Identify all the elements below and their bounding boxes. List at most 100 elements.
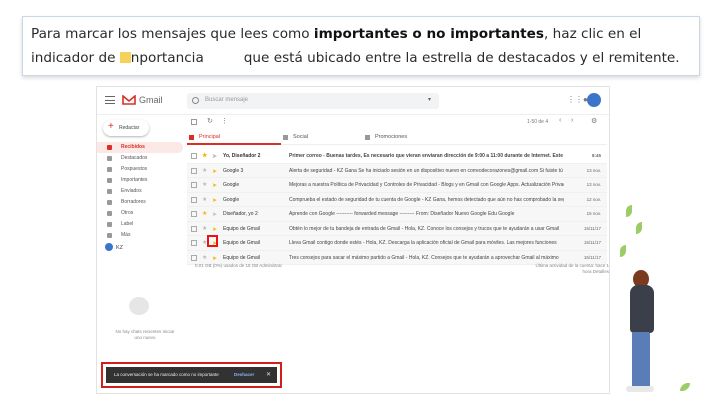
close-icon[interactable]: ✕ xyxy=(266,367,271,383)
sidebar-item-drafts[interactable]: Borradores xyxy=(97,197,183,208)
row-checkbox[interactable] xyxy=(191,167,197,174)
table-row[interactable]: ★ ➤ Equipo de Gmail Obtén lo mejor de tu ba… xyxy=(187,221,607,236)
sidebar-item-more[interactable]: Más xyxy=(97,230,183,241)
pagination-text: 1-50 de 4 xyxy=(527,119,549,125)
sidebar-item-label: Más xyxy=(121,232,131,238)
row-date: 15 nov. xyxy=(586,211,601,216)
select-all-checkbox[interactable] xyxy=(191,119,197,125)
star-icon[interactable]: ★ xyxy=(202,164,207,178)
caption-line1-a: Para marcar los mensajes que lees como xyxy=(31,26,314,42)
row-checkbox[interactable] xyxy=(191,211,197,217)
sidebar-item-sent[interactable]: Enviados xyxy=(97,186,183,197)
plant-leaf-decoration xyxy=(636,222,642,234)
sidebar-item-label-custom[interactable]: Label xyxy=(97,219,183,230)
importance-marker-icon[interactable]: ➤ xyxy=(212,179,217,193)
chevron-down-icon xyxy=(107,233,112,238)
search-input[interactable]: Buscar mensaje ▾ xyxy=(187,93,439,109)
prev-page-icon[interactable]: ‹ xyxy=(559,117,561,124)
row-date: 13 nov. xyxy=(586,182,601,187)
importance-marker-highlight xyxy=(207,235,218,247)
table-row[interactable]: ★ ➤ Yo, Diseñador 2 Primer correo - Buenas … xyxy=(187,149,607,164)
row-sender: Google xyxy=(223,182,240,188)
undo-button[interactable]: Deshacer xyxy=(234,367,254,383)
row-sender: Yo, Diseñador 2 xyxy=(223,153,261,159)
refresh-icon[interactable]: ↻ xyxy=(207,117,213,125)
sidebar-item-label: Destacados xyxy=(121,155,148,161)
storage-footer: 0,01 GB (0%) usados de 15 GB Administrar xyxy=(195,263,283,268)
search-options-icon[interactable]: ▾ xyxy=(428,96,431,103)
star-icon[interactable]: ★ xyxy=(202,222,207,236)
tab-primary[interactable]: Principal xyxy=(187,129,281,145)
table-row[interactable]: ★ ➤ Equipo de Gmail Lleva Gmail contigo don… xyxy=(187,236,607,251)
label-icon xyxy=(107,222,112,227)
sidebar-item-label: Pospuestos xyxy=(121,166,148,172)
gmail-logo-text: Gmail xyxy=(139,95,163,105)
snackbar-highlight: La conversación se ha marcado como no im… xyxy=(101,362,282,388)
tab-promotions[interactable]: Promociones xyxy=(363,129,443,145)
table-row[interactable]: ★ ➤ Google Comprueba el estado de seguridad… xyxy=(187,192,607,208)
row-checkbox[interactable] xyxy=(191,182,197,188)
row-sender: Equipo de Gmail xyxy=(223,225,260,232)
row-checkbox[interactable] xyxy=(191,225,197,232)
star-icon[interactable]: ★ xyxy=(202,207,207,221)
category-tabs: Principal Social Promociones xyxy=(187,129,607,145)
row-date: 15/11/17 xyxy=(583,240,601,245)
importance-marker-icon[interactable]: ➤ xyxy=(212,165,217,179)
caption-line2-c: que está ubicado entre la estrella de de… xyxy=(243,50,680,66)
gmail-topbar: Gmail Buscar mensaje ▾ ⋮⋮ ● xyxy=(97,87,609,115)
row-subject: Primer correo - Buenas tardes, Es necesa… xyxy=(289,153,564,159)
menu-icon[interactable] xyxy=(105,96,115,104)
importance-marker-icon[interactable]: ➤ xyxy=(212,194,217,208)
caption-line1-b: , haz clic en el xyxy=(544,26,642,42)
sidebar-item-label: Importantes xyxy=(121,177,148,183)
more-icon[interactable]: ⋮ xyxy=(221,117,228,125)
chat-avatar xyxy=(105,243,113,251)
people-icon xyxy=(283,135,288,140)
row-subject: Obtén lo mejor de tu bandeja de entrada … xyxy=(289,225,560,232)
compose-label: Redactar xyxy=(119,125,140,131)
table-row[interactable]: ★ ➤ Diseñador, yo 2 Aprende con Google ----… xyxy=(187,207,607,222)
importance-icon xyxy=(107,178,112,183)
table-row[interactable]: ★ ➤ Google 3 Alerta de seguridad - KZ Gana … xyxy=(187,163,607,179)
snackbar-text: La conversación se ha marcado como no im… xyxy=(114,372,219,377)
chat-user[interactable]: KZ xyxy=(105,243,123,251)
inbox-icon xyxy=(189,135,194,140)
compose-button[interactable]: + Redactar xyxy=(103,120,149,136)
star-icon[interactable]: ★ xyxy=(202,193,207,207)
row-date: 15/11/17 xyxy=(583,225,601,231)
gmail-window: Gmail Buscar mensaje ▾ ⋮⋮ ● + Redactar R… xyxy=(96,86,610,394)
tab-label: Principal xyxy=(199,134,221,140)
sidebar-item-important[interactable]: Importantes xyxy=(97,175,183,186)
importance-marker-icon[interactable]: ➤ xyxy=(212,208,217,222)
person-illustration-legs xyxy=(632,332,650,390)
sidebar-item-label: Borradores xyxy=(121,199,146,205)
row-checkbox[interactable] xyxy=(191,196,197,203)
row-sender: Google xyxy=(223,196,240,203)
star-icon[interactable]: ★ xyxy=(202,149,207,163)
settings-icon[interactable]: ⚙ xyxy=(591,117,597,125)
sidebar-item-inbox[interactable]: Recibidos xyxy=(97,142,183,153)
tag-icon xyxy=(365,135,370,140)
sidebar-item-snoozed[interactable]: Pospuestos xyxy=(97,164,183,175)
row-subject: Alerta de seguridad - KZ Gana Se ha inic… xyxy=(289,167,563,174)
hangouts-icon xyxy=(129,297,149,315)
row-sender: Equipo de Gmail xyxy=(223,240,260,246)
importance-marker-icon[interactable]: ➤ xyxy=(212,150,217,164)
row-checkbox[interactable] xyxy=(191,254,197,261)
sidebar-item-label: Label xyxy=(121,221,134,227)
sidebar-item-starred[interactable]: Destacados xyxy=(97,153,183,164)
star-icon[interactable]: ★ xyxy=(202,178,207,192)
snackbar: La conversación se ha marcado como no im… xyxy=(106,367,277,383)
next-page-icon[interactable]: › xyxy=(571,117,573,124)
apps-grid-icon[interactable]: ⋮⋮ xyxy=(567,96,583,104)
row-checkbox[interactable] xyxy=(191,153,197,159)
row-checkbox[interactable] xyxy=(191,240,197,246)
importance-marker-icon xyxy=(119,52,131,63)
sidebar-item-other[interactable]: Otros xyxy=(97,208,183,219)
gmail-logo-icon xyxy=(122,95,136,105)
tab-social[interactable]: Social xyxy=(281,129,357,145)
account-avatar[interactable] xyxy=(587,93,601,107)
plus-icon: + xyxy=(108,121,114,132)
table-row[interactable]: ★ ➤ Google Mejoras a nuestra Política de Pr… xyxy=(187,178,607,193)
row-subject: Lleva Gmail contigo donde estés - Hola, … xyxy=(289,240,557,246)
